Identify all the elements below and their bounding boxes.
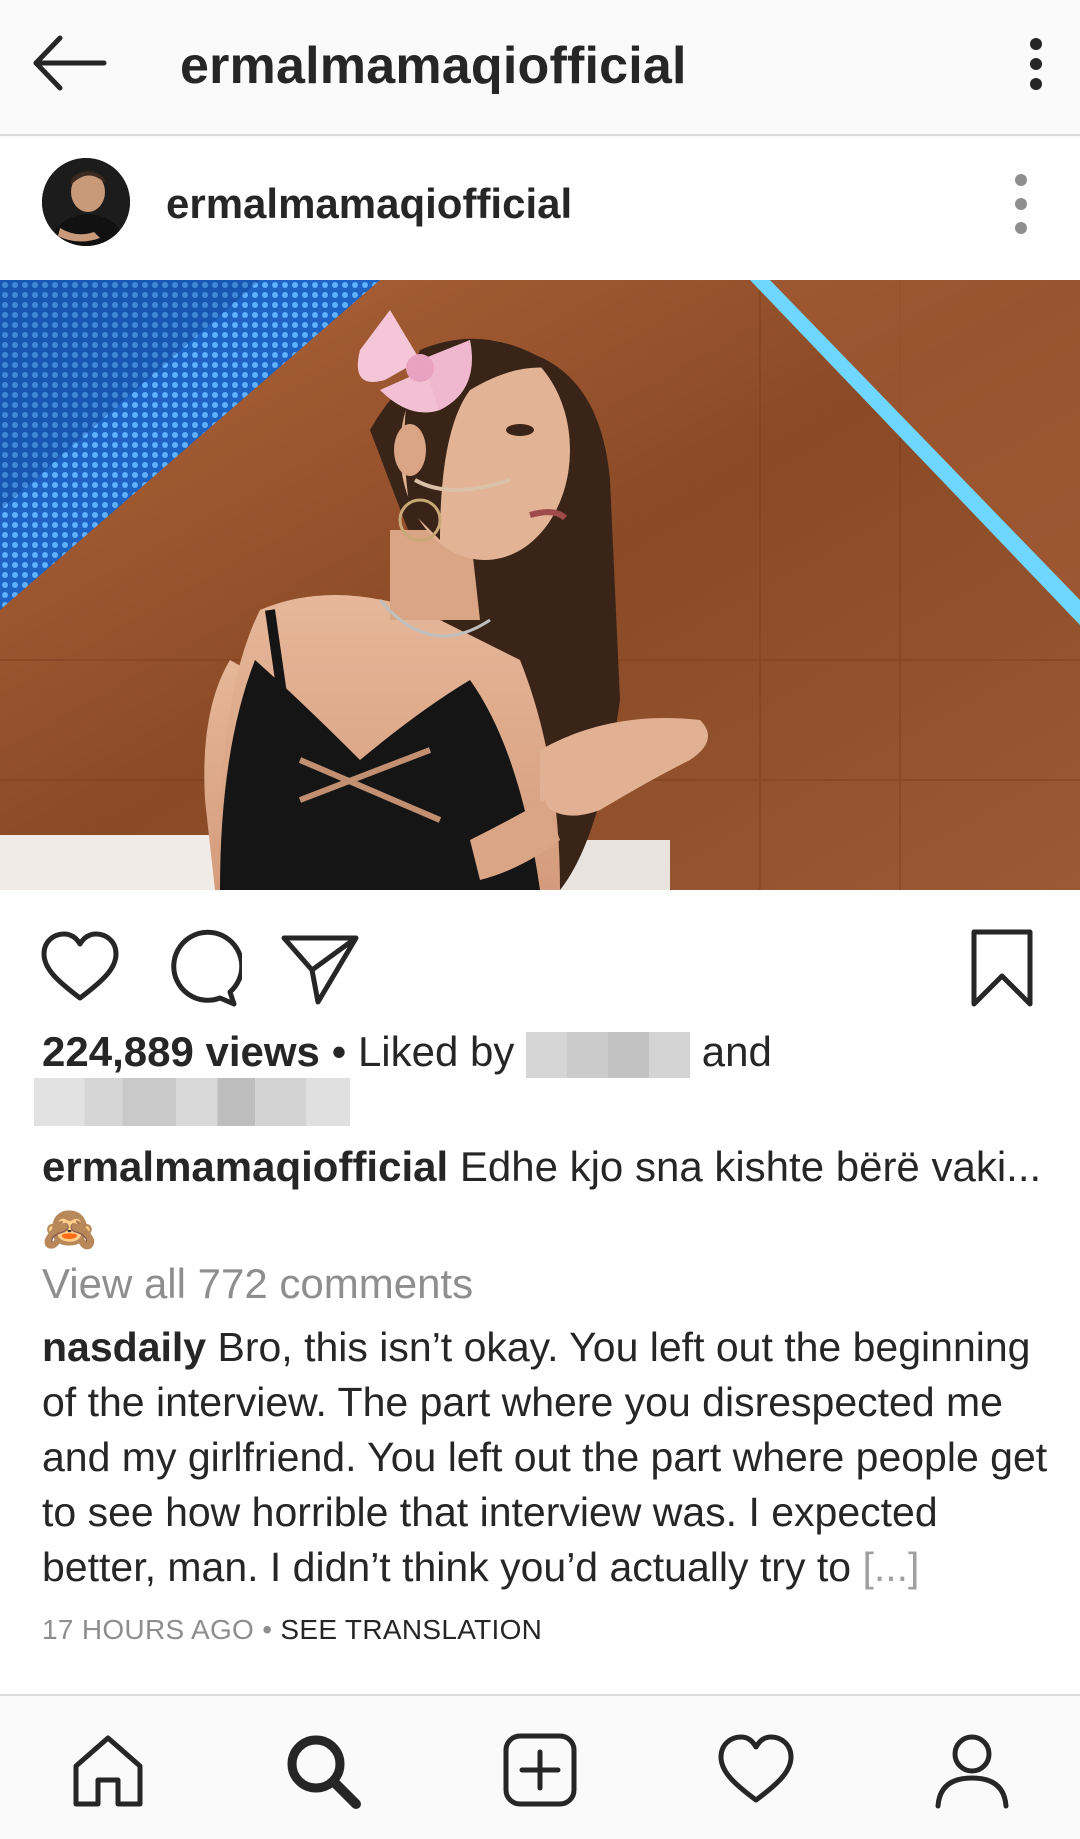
post-username[interactable]: ermalmamaqiofficial (166, 180, 572, 228)
avatar[interactable] (42, 158, 130, 246)
liked-by-label: • Liked by (331, 1028, 515, 1075)
likes-line: 224,889 views • Liked by and (42, 1028, 772, 1078)
caption-username[interactable]: ermalmamaqiofficial (42, 1143, 448, 1190)
redacted-username (34, 1078, 350, 1126)
activity-heart-icon[interactable] (716, 1730, 796, 1810)
page-title: ermalmamaqiofficial (180, 37, 687, 95)
redacted-username (526, 1031, 691, 1078)
post-body: 224,889 views • Liked by and ermalmamaqi… (0, 890, 1080, 1694)
more-vertical-icon[interactable] (996, 30, 1052, 100)
comment-icon[interactable] (158, 926, 245, 1010)
meta-separator: • (262, 1614, 273, 1645)
see-translation-link[interactable]: SEE TRANSLATION (280, 1614, 542, 1645)
profile-icon[interactable] (932, 1730, 1012, 1810)
post-timestamp: 17 HOURS AGO (42, 1614, 255, 1645)
post-actions (0, 890, 1080, 1030)
caption-text[interactable]: Edhe kjo sna kishte bërë vaki... (460, 1143, 1041, 1190)
comment-username[interactable]: nasdaily (42, 1324, 206, 1370)
liked-by-and: and (701, 1028, 772, 1075)
add-post-icon[interactable] (500, 1730, 580, 1810)
view-all-comments-link[interactable]: View all 772 comments (42, 1260, 473, 1308)
comment: nasdaily Bro, this isn’t okay. You left … (42, 1320, 1052, 1595)
view-count[interactable]: 224,889 views (42, 1028, 320, 1075)
post-meta: 17 HOURS AGO • SEE TRANSLATION (42, 1614, 542, 1646)
bottom-nav (0, 1694, 1080, 1839)
send-icon[interactable] (278, 926, 362, 1010)
caption: ermalmamaqiofficial Edhe kjo sna kishte … (42, 1140, 1042, 1258)
home-icon[interactable] (68, 1730, 148, 1810)
see-no-evil-monkey-emoji: 🙈 (42, 1204, 97, 1254)
top-app-bar: ermalmamaqiofficial (0, 0, 1080, 136)
post-header: ermalmamaqiofficial (0, 138, 1080, 280)
bookmark-icon[interactable] (960, 926, 1044, 1010)
post-video[interactable] (0, 280, 1080, 890)
post-options-icon[interactable] (996, 166, 1046, 242)
heart-icon[interactable] (38, 926, 122, 1010)
comment-more-link[interactable]: [...] (862, 1544, 919, 1590)
search-icon[interactable] (282, 1730, 362, 1810)
back-arrow-icon[interactable] (30, 28, 110, 98)
